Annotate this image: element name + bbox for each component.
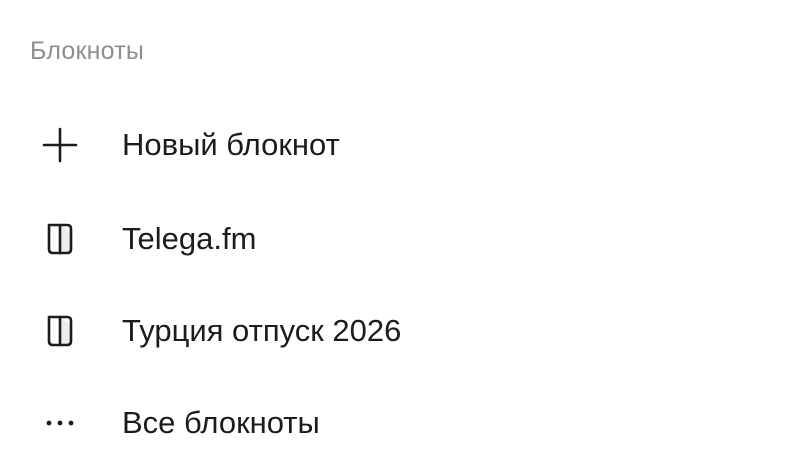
- notebooks-panel: Блокноты Новый блокнот Telega.fm Турция …: [0, 0, 800, 468]
- notebook-item-turkey-vacation[interactable]: Турция отпуск 2026: [30, 299, 770, 363]
- plus-icon: [40, 125, 80, 165]
- notebook-icon: [40, 311, 80, 351]
- section-title: Блокноты: [30, 37, 145, 65]
- new-notebook-button[interactable]: Новый блокнот: [30, 113, 770, 177]
- new-notebook-label: Новый блокнот: [122, 127, 340, 162]
- all-notebooks-button[interactable]: Все блокноты: [30, 391, 770, 455]
- notebook-item-telega[interactable]: Telega.fm: [30, 207, 770, 271]
- notebook-icon: [40, 219, 80, 259]
- notebook-label: Турция отпуск 2026: [122, 313, 402, 348]
- all-notebooks-label: Все блокноты: [122, 405, 320, 440]
- more-dots-icon: [40, 403, 80, 443]
- notebook-label: Telega.fm: [122, 221, 257, 256]
